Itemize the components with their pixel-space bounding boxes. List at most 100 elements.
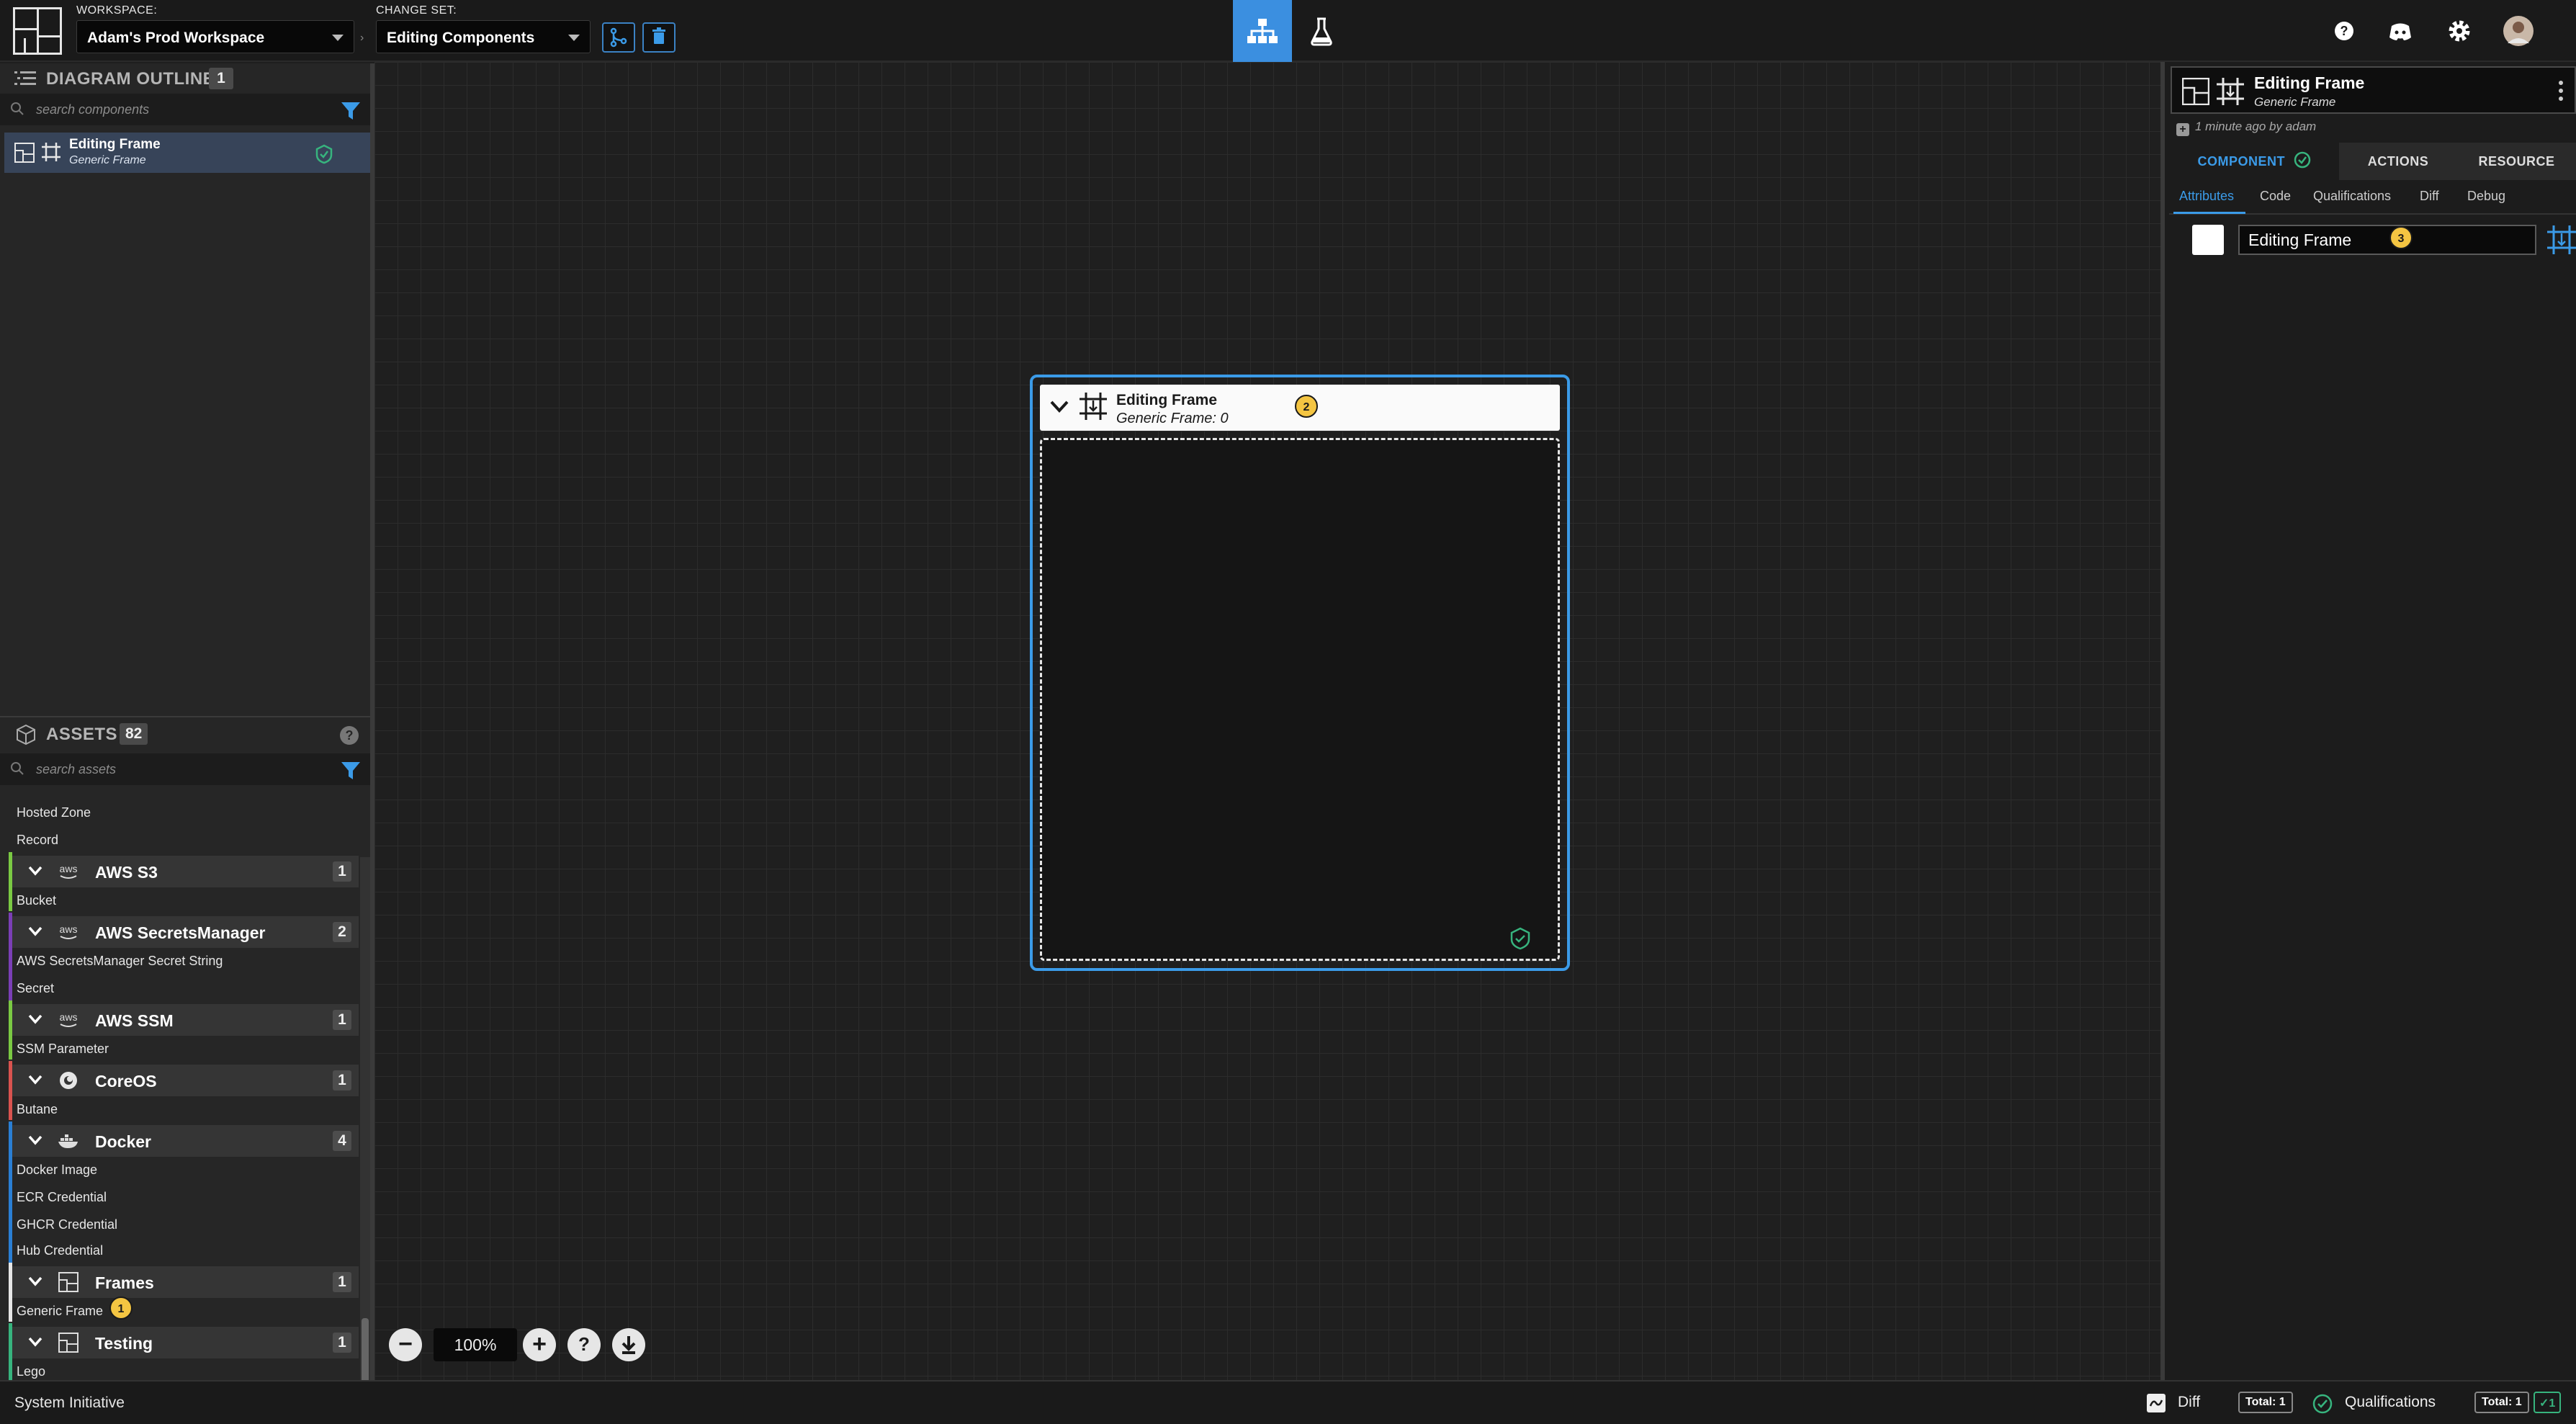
system-initiative-logo[interactable] — [13, 7, 62, 55]
asset-item[interactable]: Butane — [17, 1102, 58, 1117]
more-options-icon[interactable] — [2557, 79, 2564, 102]
abandon-changeset-button[interactable] — [642, 22, 676, 53]
lab-mode-button[interactable] — [1292, 0, 1351, 62]
asset-item[interactable]: Docker Image — [17, 1163, 97, 1178]
asset-category-coreos[interactable]: CoreOS 1 — [9, 1061, 359, 1120]
details-header: Editing Frame Generic Frame — [2171, 66, 2576, 114]
changeset-select[interactable]: Editing Components — [376, 20, 591, 53]
component-name-input[interactable] — [2238, 225, 2536, 255]
component-search-input[interactable] — [36, 99, 324, 120]
zoom-out-button[interactable]: − — [389, 1328, 422, 1361]
trash-icon — [652, 27, 665, 44]
created-icon: + — [2176, 123, 2189, 136]
asset-item[interactable]: Secret — [17, 981, 54, 996]
category-name: Testing — [95, 1334, 153, 1353]
asset-category-docker[interactable]: Docker 4 — [9, 1121, 359, 1273]
details-meta-text: 1 minute ago by adam — [2195, 120, 2317, 133]
diagram-canvas[interactable]: Editing Frame Generic Frame: 0 2 − 100% … — [374, 62, 2160, 1380]
tab-resource[interactable]: RESOURCE — [2457, 143, 2576, 180]
asset-item[interactable]: Hub Credential — [17, 1243, 103, 1258]
asset-item[interactable]: Hosted Zone — [17, 805, 91, 820]
subtab-diff[interactable]: Diff — [2420, 189, 2439, 204]
asset-list-scrollbar[interactable] — [360, 857, 370, 1424]
subtab-qualifications[interactable]: Qualifications — [2313, 189, 2391, 204]
outline-item-type: Generic Frame — [69, 154, 146, 166]
color-swatch[interactable] — [2192, 225, 2224, 255]
assets-count-badge: 82 — [120, 723, 148, 745]
help-icon[interactable]: ? — [338, 725, 360, 746]
asset-category-frames[interactable]: Frames 1 — [9, 1263, 359, 1322]
category-name: Frames — [95, 1273, 154, 1292]
asset-item[interactable]: Bucket — [17, 893, 56, 908]
attribute-name-row: 3 — [2169, 219, 2576, 262]
editing-frame-node[interactable]: Editing Frame Generic Frame: 0 2 — [1030, 375, 1570, 971]
outline-item-editing-frame[interactable]: Editing Frame Generic Frame — [4, 133, 370, 173]
aws-icon: aws — [60, 923, 77, 939]
outline-count-badge: 1 — [209, 68, 233, 89]
diff-icon — [2147, 1394, 2166, 1412]
filter-icon[interactable] — [340, 101, 362, 121]
category-count: 2 — [333, 922, 351, 942]
frame-header[interactable]: Editing Frame Generic Frame: 0 2 — [1040, 385, 1560, 431]
asset-category-aws-secretsmanager[interactable]: aws AWS SecretsManager 2 — [9, 913, 359, 1006]
filter-icon[interactable] — [340, 761, 362, 781]
qualifications-label[interactable]: Qualifications — [2345, 1394, 2436, 1411]
coreos-icon — [60, 1072, 77, 1089]
asset-category-testing[interactable]: Testing 1 — [9, 1323, 359, 1382]
cube-icon — [17, 724, 35, 745]
qualified-check-icon — [315, 144, 333, 164]
callout-badge: 2 — [1295, 395, 1318, 418]
asset-search — [0, 753, 370, 785]
frame-body[interactable] — [1040, 438, 1560, 961]
brand-label: System Initiative — [14, 1394, 125, 1411]
user-avatar[interactable] — [2502, 14, 2535, 48]
chevron-down-icon — [28, 1135, 42, 1145]
asset-category-aws-s3[interactable]: aws AWS S3 1 — [9, 852, 359, 911]
asset-item[interactable]: Record — [17, 833, 58, 848]
diagram-mode-button[interactable] — [1233, 0, 1292, 62]
zoom-level[interactable]: 100% — [434, 1328, 517, 1361]
chevron-down-icon — [28, 1276, 42, 1286]
search-icon — [11, 102, 24, 115]
svg-text:?: ? — [346, 728, 354, 743]
subtab-code[interactable]: Code — [2260, 189, 2291, 204]
apply-changeset-button[interactable] — [602, 22, 635, 53]
asset-item[interactable]: ECR Credential — [17, 1190, 107, 1205]
asset-search-input[interactable] — [36, 759, 324, 779]
tab-component[interactable]: COMPONENT — [2169, 143, 2339, 180]
discord-icon[interactable] — [2385, 16, 2415, 46]
help-icon[interactable]: ? — [2329, 16, 2359, 46]
diff-label[interactable]: Diff — [2178, 1394, 2200, 1411]
qualifications-total: Total: 1 — [2474, 1392, 2529, 1413]
tab-actions[interactable]: ACTIONS — [2339, 143, 2457, 180]
active-subtab-indicator — [2173, 212, 2245, 214]
list-icon — [14, 71, 36, 85]
frame-grid-icon — [2217, 78, 2244, 105]
asset-category-aws-ssm[interactable]: aws AWS SSM 1 — [9, 1000, 359, 1060]
asset-item[interactable]: AWS SecretsManager Secret String — [17, 954, 223, 969]
qualification-check-icon — [2312, 1394, 2333, 1414]
svg-text:aws: aws — [60, 863, 78, 874]
subtab-debug[interactable]: Debug — [2467, 189, 2505, 204]
frame-grid-icon — [42, 143, 60, 161]
outline-item-name: Editing Frame — [69, 137, 161, 152]
chevron-down-icon[interactable] — [1049, 399, 1070, 415]
asset-item[interactable]: Lego — [17, 1364, 45, 1379]
subtab-attributes[interactable]: Attributes — [2179, 189, 2234, 204]
help-icon[interactable]: ? — [567, 1328, 601, 1361]
workspace-select-value: Adam's Prod Workspace — [87, 30, 265, 46]
asset-item[interactable]: SSM Parameter — [17, 1042, 109, 1057]
svg-text:aws: aws — [60, 1011, 78, 1023]
workspace-select[interactable]: Adam's Prod Workspace — [76, 20, 354, 53]
chevron-down-icon — [28, 1337, 42, 1347]
download-button[interactable] — [612, 1328, 645, 1361]
zoom-in-button[interactable]: + — [523, 1328, 556, 1361]
frame-grid-icon[interactable] — [2545, 223, 2576, 256]
qualifications-ok-badge: ✓1 — [2534, 1392, 2562, 1413]
details-panel: Editing Frame Generic Frame +1 minute ag… — [2160, 62, 2576, 1380]
settings-gear-icon[interactable] — [2444, 16, 2474, 46]
asset-item-generic-frame[interactable]: Generic Frame — [17, 1304, 103, 1319]
asset-item[interactable]: GHCR Credential — [17, 1217, 117, 1232]
callout-badge: 1 — [109, 1297, 133, 1320]
frame-layout-icon — [14, 143, 35, 163]
